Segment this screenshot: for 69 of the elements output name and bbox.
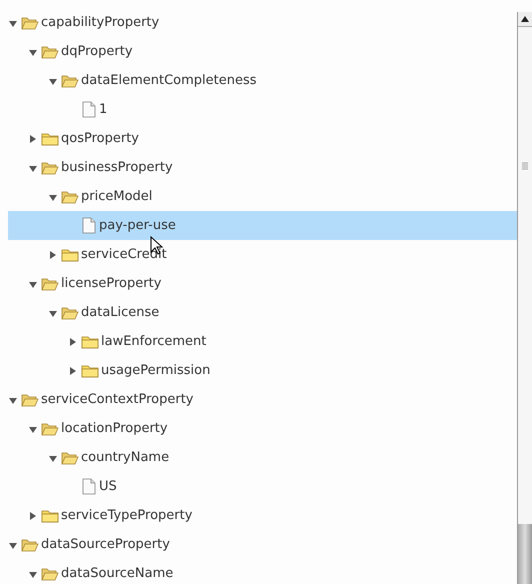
tree-row[interactable]: pay-per-use [8, 211, 517, 240]
tree-row[interactable]: dqProperty [8, 37, 517, 66]
document-icon [81, 101, 97, 118]
tree-row[interactable]: dataSourceProperty [8, 530, 517, 559]
tree-label: countryName [81, 450, 170, 465]
tree-row[interactable]: businessProperty [8, 153, 517, 182]
open-folder-icon [21, 392, 39, 406]
scroll-grip-icon[interactable] [522, 162, 528, 170]
tree-label: serviceTypeProperty [61, 508, 192, 523]
tree-label: dataLicense [81, 305, 160, 320]
tree-row[interactable]: dataLicense [8, 298, 517, 327]
expand-arrow-icon[interactable] [48, 250, 58, 260]
tree-label: lawEnforcement [101, 334, 206, 349]
tree-label: businessProperty [61, 160, 173, 175]
folder-icon [81, 364, 99, 378]
tree-label: capabilityProperty [41, 15, 160, 30]
tree-label: usagePermission [101, 363, 210, 378]
tree-label: dataSourceProperty [41, 537, 170, 552]
open-folder-icon [41, 160, 59, 174]
tree-row[interactable]: US [8, 472, 517, 501]
tree-label: licenseProperty [61, 276, 162, 291]
tree-row[interactable]: usagePermission [8, 356, 517, 385]
folder-icon [41, 508, 59, 522]
tree-row[interactable]: serviceCredit [8, 240, 517, 269]
tree-label: serviceContextProperty [41, 392, 194, 407]
open-folder-icon [61, 306, 79, 320]
scrollbar-corner [518, 524, 532, 584]
tree-label: dqProperty [61, 44, 133, 59]
document-icon [81, 217, 97, 234]
tree-label: US [99, 479, 117, 494]
tree-label: qosProperty [61, 131, 139, 146]
tree-label: dataElementCompleteness [81, 73, 257, 88]
tree-row[interactable]: dataElementCompleteness [8, 66, 517, 95]
document-icon [81, 478, 97, 495]
tree-label: dataSourceName [61, 566, 174, 581]
expand-arrow-icon[interactable] [28, 134, 38, 144]
open-folder-icon [41, 566, 59, 580]
open-folder-icon [41, 44, 59, 58]
open-folder-icon [21, 538, 39, 552]
tree-label: pay-per-use [99, 218, 176, 233]
open-folder-icon [21, 16, 39, 30]
tree-label: priceModel [81, 189, 152, 204]
tree-label: locationProperty [61, 421, 168, 436]
tree-row[interactable]: serviceTypeProperty [8, 501, 517, 530]
folder-icon [41, 132, 59, 146]
tree-row[interactable]: capabilityProperty [8, 8, 517, 37]
folder-icon [61, 248, 79, 262]
scroll-up-arrow-icon[interactable] [521, 16, 529, 22]
expand-arrow-icon[interactable] [28, 510, 38, 520]
open-folder-icon [41, 422, 59, 436]
open-folder-icon [61, 190, 79, 204]
scrollbar[interactable] [517, 12, 532, 584]
tree-row[interactable]: countryName [8, 443, 517, 472]
open-folder-icon [61, 450, 79, 464]
folder-icon [81, 334, 99, 348]
tree-row[interactable]: dataSourceName [8, 559, 517, 584]
tree-label: 1 [99, 102, 108, 117]
tree-row[interactable]: priceModel [8, 182, 517, 211]
tree-row[interactable]: locationProperty [8, 414, 517, 443]
tree-row[interactable]: 1 [8, 95, 517, 124]
tree-row[interactable]: qosProperty [8, 124, 517, 153]
open-folder-icon [41, 276, 59, 290]
tree-label: serviceCredit [81, 247, 167, 262]
expand-arrow-icon[interactable] [68, 366, 78, 376]
expand-arrow-icon[interactable] [68, 336, 78, 346]
open-folder-icon [61, 74, 79, 88]
tree-row[interactable]: serviceContextProperty [8, 385, 517, 414]
tree-row[interactable]: lawEnforcement [8, 327, 517, 356]
tree-row[interactable]: licenseProperty [8, 269, 517, 298]
